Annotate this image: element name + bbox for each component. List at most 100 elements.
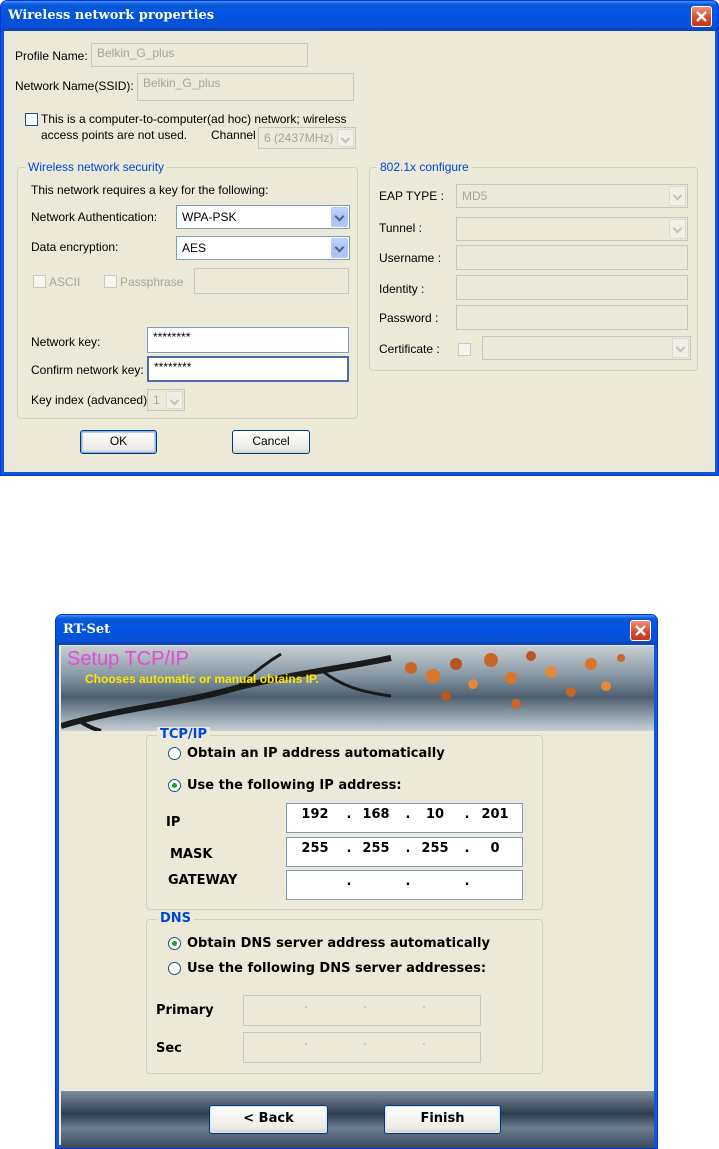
ip-manual-label: Use the following IP address: (187, 778, 402, 793)
username-field[interactable] (456, 245, 688, 270)
adhoc-text-line1: This is a computer-to-computer(ad hoc) n… (41, 112, 347, 126)
dns-dot: · (421, 1038, 427, 1053)
dns-group-title: DNS (157, 911, 195, 927)
dns-manual-radio[interactable] (168, 962, 181, 975)
ip-label: IP (166, 815, 181, 830)
auth-label: Network Authentication: (31, 210, 158, 224)
auth-value: WPA-PSK (182, 210, 237, 224)
requires-key-text: This network requires a key for the foll… (31, 183, 269, 197)
key-index-label: Key index (advanced): (31, 393, 151, 407)
mask-octet-1: 255 (301, 841, 329, 856)
chevron-down-icon (672, 338, 689, 358)
key-index-value: 1 (153, 393, 160, 407)
chevron-down-icon (166, 391, 183, 409)
profile-name-field[interactable]: Belkin_G_plus (91, 43, 308, 67)
network-key-label: Network key: (31, 335, 101, 349)
gateway-dot: . (405, 874, 411, 889)
mask-field[interactable]: 255 . 255 . 255 . 0 (286, 837, 523, 867)
adhoc-checkbox[interactable] (25, 113, 38, 126)
encryption-label: Data encryption: (31, 240, 119, 254)
ip-octet-2: 168 (362, 807, 390, 822)
chevron-down-icon (331, 207, 348, 227)
eap-label: EAP TYPE : (379, 189, 444, 203)
wireless-network-properties-dialog: Wireless network properties Profile Name… (0, 0, 719, 476)
key-index-select[interactable]: 1 (147, 389, 185, 411)
mask-dot: . (405, 841, 411, 856)
gateway-dot: . (464, 874, 470, 889)
channel-value: 6 (2437MHz) (264, 131, 334, 145)
close-button[interactable] (691, 6, 712, 27)
ip-address-field[interactable]: 192 . 168 . 10 . 201 (286, 803, 523, 833)
tcpip-group-title: TCP/IP (157, 727, 211, 743)
confirm-key-field[interactable]: ******** (147, 356, 349, 382)
security-group-title: Wireless network security (25, 160, 168, 174)
dns-auto-radio[interactable] (168, 937, 181, 950)
ip-auto-radio[interactable] (168, 747, 181, 760)
auth-select[interactable]: WPA-PSK (176, 205, 350, 229)
chevron-down-icon (669, 186, 686, 206)
confirm-key-label: Confirm network key: (31, 363, 144, 377)
ip-manual-radio[interactable] (168, 779, 181, 792)
footer-banner (61, 1091, 654, 1148)
banner-title: Setup TCP/IP (67, 648, 189, 670)
password-label: Password : (379, 311, 439, 325)
dns-dot: · (362, 1001, 368, 1016)
dns-primary-field[interactable]: · · · (243, 995, 481, 1026)
cancel-button[interactable]: Cancel (232, 430, 310, 454)
channel-select[interactable]: 6 (2437MHz) (258, 127, 356, 149)
certificate-checkbox[interactable] (458, 343, 471, 356)
adhoc-text-line2: access points are not used. (41, 128, 188, 142)
close-icon (696, 11, 707, 22)
dns-dot: · (362, 1038, 368, 1053)
encryption-value: AES (182, 241, 207, 255)
passphrase-checkbox[interactable] (104, 275, 117, 288)
chevron-down-icon (331, 238, 348, 258)
encryption-select[interactable]: AES (176, 236, 350, 260)
header-banner: Setup TCP/IP Chooses automatic or manual… (61, 646, 654, 731)
close-button[interactable] (630, 620, 651, 641)
ascii-checkbox[interactable] (33, 275, 46, 288)
rt-set-dialog: RT-Set Setup TCP/IP Chooses automatic or… (55, 614, 658, 1149)
gateway-dot: . (346, 874, 352, 889)
dns-dot: · (303, 1001, 309, 1016)
mask-octet-4: 0 (490, 841, 500, 856)
dialog-title: RT-Set (56, 615, 657, 645)
ssid-label: Network Name(SSID): (15, 79, 134, 93)
gateway-label: GATEWAY (168, 873, 238, 888)
close-icon (635, 625, 646, 636)
mask-dot: . (464, 841, 470, 856)
ip-dot: . (346, 807, 352, 822)
dns-dot: · (303, 1038, 309, 1053)
ssid-field[interactable]: Belkin_G_plus (137, 73, 354, 101)
passphrase-field[interactable] (194, 268, 349, 294)
mask-octet-2: 255 (362, 841, 390, 856)
dns-primary-label: Primary (156, 1003, 214, 1018)
ip-octet-3: 10 (425, 807, 445, 822)
dialog-title: Wireless network properties (1, 1, 718, 31)
dns-manual-label: Use the following DNS server addresses: (187, 961, 487, 976)
certificate-select[interactable] (482, 336, 691, 360)
dns-sec-field[interactable]: · · · (243, 1032, 481, 1063)
gateway-field[interactable]: . . . (286, 870, 523, 900)
ip-octet-4: 201 (481, 807, 509, 822)
eap-value: MD5 (462, 189, 488, 203)
mask-octet-3: 255 (421, 841, 449, 856)
passphrase-label: Passphrase (120, 275, 184, 289)
profile-name-label: Profile Name: (15, 49, 88, 63)
ip-auto-label: Obtain an IP address automatically (187, 746, 445, 761)
finish-button[interactable]: Finish (384, 1105, 501, 1134)
ip-dot: . (405, 807, 411, 822)
mask-label: MASK (170, 847, 213, 862)
dns-dot: · (421, 1001, 427, 1016)
network-key-field[interactable]: ******** (147, 327, 349, 353)
identity-field[interactable] (456, 275, 688, 300)
dot1x-group-title: 802.1x configure (377, 160, 472, 174)
back-button[interactable]: < Back (209, 1105, 328, 1134)
certificate-label: Certificate : (379, 342, 440, 356)
tunnel-select[interactable] (456, 217, 688, 241)
banner-subtitle: Chooses automatic or manual obtains IP. (85, 672, 319, 686)
password-field[interactable] (456, 305, 688, 330)
ip-dot: . (464, 807, 470, 822)
ok-button[interactable]: OK (80, 430, 157, 454)
eap-select[interactable]: MD5 (456, 184, 688, 208)
